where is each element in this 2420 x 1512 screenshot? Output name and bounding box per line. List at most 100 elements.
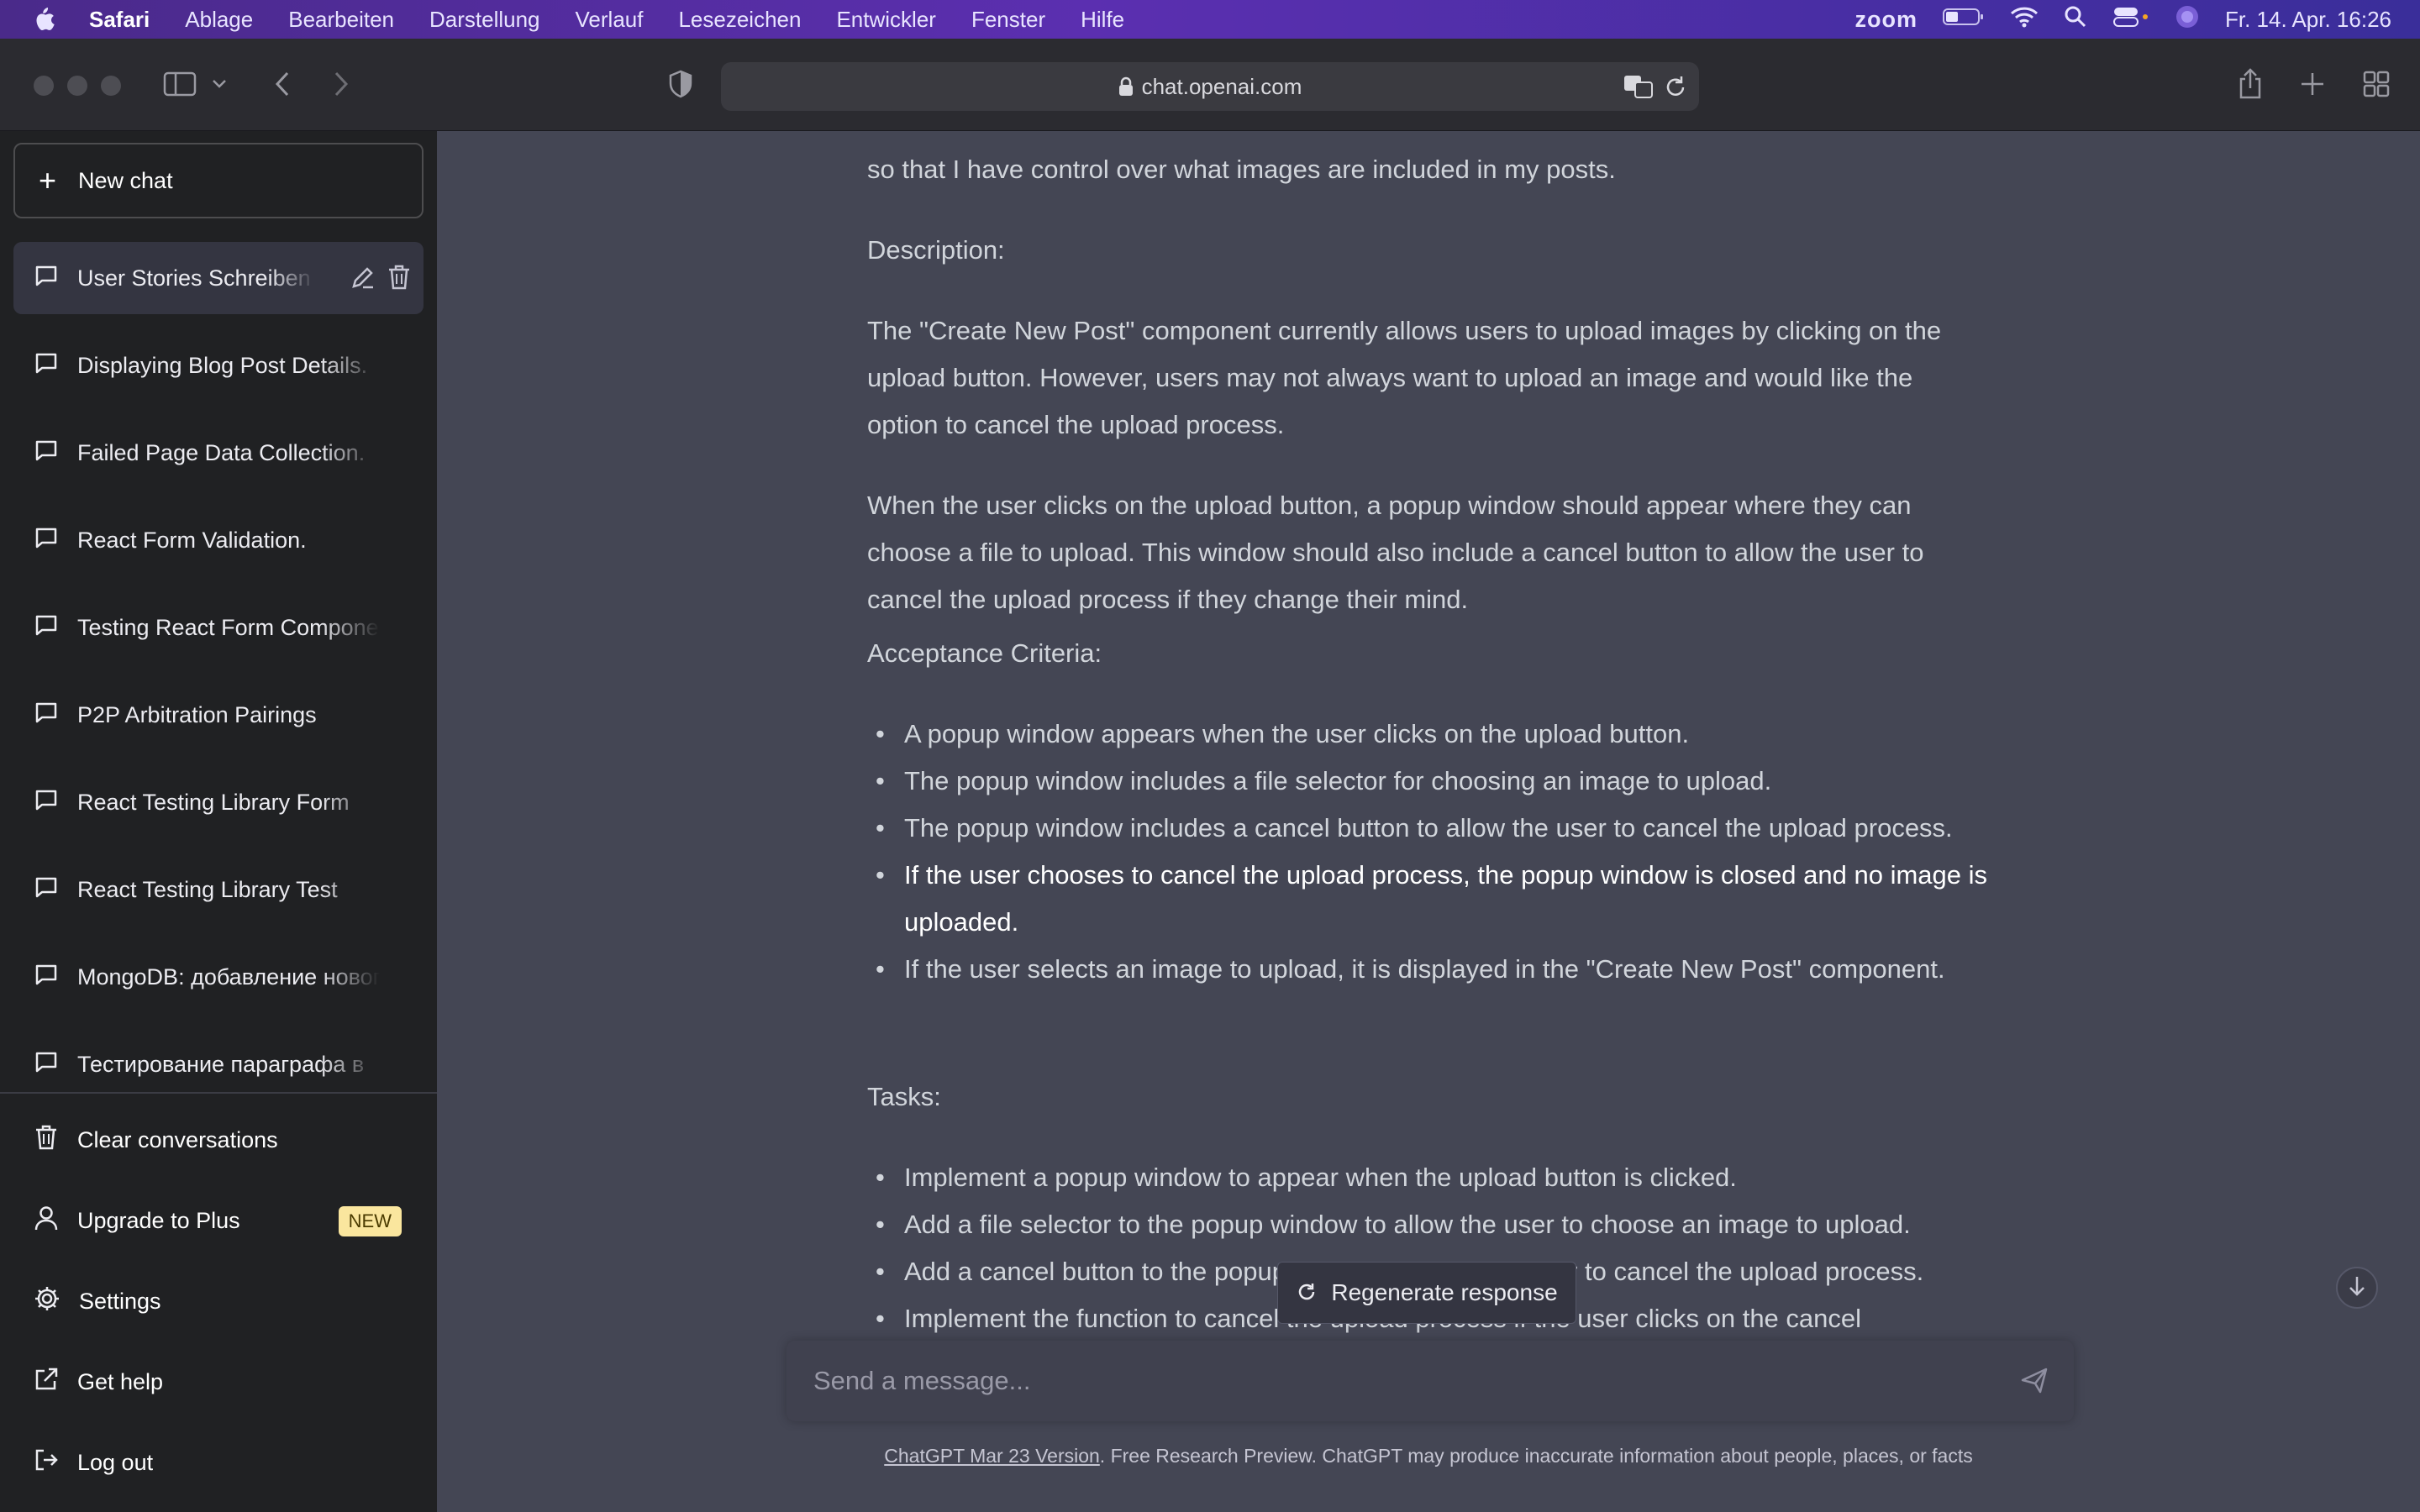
menu-hilfe[interactable]: Hilfe — [1081, 7, 1124, 33]
url-text: chat.openai.com — [1141, 73, 1302, 99]
safari-toolbar: chat.openai.com — [0, 39, 2420, 131]
conversation-title: Displaying Blog Post Details. — [77, 352, 368, 378]
conversation-item[interactable]: Displaying Blog Post Details. — [13, 329, 424, 402]
menu-bar-status-area: zoom Fr. 14. Apr. 16:26 — [1854, 0, 2391, 39]
siri-icon[interactable] — [2175, 4, 2200, 35]
minimize-window-button[interactable] — [67, 76, 87, 96]
upgrade-label: Upgrade to Plus — [77, 1207, 240, 1233]
reload-icon[interactable] — [1664, 74, 1687, 105]
delete-trash-icon[interactable] — [387, 264, 412, 297]
scroll-to-bottom-button[interactable] — [2336, 1267, 2378, 1309]
settings-button[interactable]: Settings — [13, 1265, 424, 1337]
list-item: Add a file selector to the popup window … — [867, 1201, 1993, 1248]
plus-icon: + — [39, 163, 57, 197]
get-help-link[interactable]: Get help — [13, 1346, 424, 1418]
conversation-item-active[interactable]: User Stories Schreiben — [13, 242, 424, 314]
conversation-item[interactable]: Failed Page Data Collection. — [13, 417, 424, 489]
chat-bubble-icon — [34, 612, 59, 643]
message-composer — [786, 1341, 2074, 1421]
message-paragraph: so that I have control over what images … — [867, 155, 1616, 184]
gear-icon — [34, 1285, 60, 1318]
conversation-title: P2P Arbitration Pairings — [77, 701, 317, 727]
menu-ablage[interactable]: Ablage — [185, 7, 253, 33]
window-controls — [34, 76, 121, 96]
regenerate-label: Regenerate response — [1331, 1279, 1558, 1305]
menu-verlauf[interactable]: Verlauf — [576, 7, 644, 33]
list-item: If the user selects an image to upload, … — [867, 946, 1993, 993]
conversation-item[interactable]: MongoDB: добавление нового — [13, 941, 424, 1013]
share-icon[interactable] — [2232, 66, 2269, 102]
clear-conversations-button[interactable]: Clear conversations — [13, 1104, 424, 1176]
chat-sidebar: + New chat User Stories Schreiben Displa… — [0, 131, 437, 1512]
menu-lesezeichen[interactable]: Lesezeichen — [678, 7, 801, 33]
new-chat-button[interactable]: + New chat — [13, 143, 424, 218]
forward-chevron-icon[interactable] — [323, 66, 360, 102]
translate-icon[interactable] — [1623, 74, 1654, 105]
tab-overview-icon[interactable] — [2358, 66, 2395, 102]
conversation-item[interactable]: Testing React Form Components — [13, 591, 424, 664]
address-bar[interactable]: chat.openai.com — [721, 62, 1699, 111]
wifi-icon[interactable] — [2010, 6, 2039, 34]
conversation-title: React Testing Library Form — [77, 789, 350, 815]
chat-bubble-icon — [34, 525, 59, 556]
sidebar-divider — [0, 1092, 437, 1094]
arrow-down-icon — [2348, 1275, 2366, 1301]
sidebar-toggle-icon[interactable] — [161, 66, 198, 102]
trash-icon — [34, 1124, 59, 1157]
conversation-item[interactable]: P2P Arbitration Pairings — [13, 679, 424, 751]
apple-menu-icon[interactable] — [29, 4, 59, 34]
chat-bubble-icon — [34, 962, 59, 993]
conversation-item[interactable]: React Testing Library Test — [13, 853, 424, 926]
conversation-item[interactable]: React Form Validation. — [13, 504, 424, 576]
chat-bubble-icon — [34, 1049, 59, 1080]
message-input[interactable] — [812, 1365, 1971, 1397]
menu-bar-clock[interactable]: Fr. 14. Apr. 16:26 — [2225, 7, 2391, 33]
regenerate-response-button[interactable]: Regenerate response — [1277, 1262, 1576, 1324]
upgrade-to-plus-button[interactable]: Upgrade to Plus NEW — [13, 1184, 424, 1257]
chat-main: so that I have control over what images … — [437, 131, 2420, 1512]
menu-darstellung[interactable]: Darstellung — [429, 7, 540, 33]
control-center-icon[interactable] — [2112, 5, 2149, 34]
log-out-icon — [34, 1447, 59, 1478]
conversation-title: User Stories Schreiben — [77, 265, 311, 291]
chat-bubble-icon — [34, 263, 59, 294]
battery-icon[interactable] — [1942, 7, 1985, 33]
version-link[interactable]: ChatGPT Mar 23 Version — [884, 1445, 1100, 1467]
conversation-title: React Form Validation. — [77, 527, 307, 553]
conversation-item[interactable]: Тестирование параграфа в — [13, 1028, 424, 1100]
list-item: Implement a popup window to appear when … — [867, 1154, 1993, 1201]
message-paragraph: The "Create New Post" component currentl… — [867, 316, 1942, 439]
menu-bearbeiten[interactable]: Bearbeiten — [288, 7, 394, 33]
acceptance-criteria-heading: Acceptance Criteria: — [867, 638, 1102, 668]
menu-safari[interactable]: Safari — [89, 7, 150, 33]
send-icon[interactable] — [2020, 1366, 2049, 1399]
clear-conversations-label: Clear conversations — [77, 1126, 278, 1152]
spotlight-search-icon[interactable] — [2064, 5, 2087, 34]
edit-pencil-icon[interactable] — [350, 264, 376, 297]
description-heading: Description: — [867, 235, 1005, 265]
list-item: If the user chooses to cancel the upload… — [867, 852, 1993, 946]
menu-entwickler[interactable]: Entwickler — [836, 7, 935, 33]
chevron-down-icon[interactable] — [207, 66, 232, 102]
menu-fenster[interactable]: Fenster — [971, 7, 1045, 33]
log-out-button[interactable]: Log out — [13, 1426, 424, 1499]
list-item: The popup window includes a cancel butto… — [867, 805, 1993, 852]
user-icon — [34, 1205, 59, 1237]
disclaimer-text: . Free Research Preview. ChatGPT may pro… — [1099, 1445, 1973, 1467]
privacy-shield-icon[interactable] — [662, 66, 699, 102]
close-window-button[interactable] — [34, 76, 54, 96]
get-help-label: Get help — [77, 1368, 164, 1394]
log-out-label: Log out — [77, 1449, 154, 1475]
chat-bubble-icon — [34, 438, 59, 469]
lock-icon — [1118, 76, 1134, 97]
conversation-actions — [350, 264, 412, 297]
zoom-window-button[interactable] — [101, 76, 121, 96]
acceptance-criteria-list: A popup window appears when the user cli… — [867, 711, 1993, 993]
conversation-item[interactable]: React Testing Library Form — [13, 766, 424, 838]
back-chevron-icon[interactable] — [264, 66, 301, 102]
new-tab-icon[interactable] — [2294, 66, 2331, 102]
zoom-status-icon[interactable]: zoom — [1854, 7, 1918, 33]
chat-bubble-icon — [34, 874, 59, 906]
conversation-title: React Testing Library Test — [77, 876, 338, 902]
chat-bubble-icon — [34, 350, 59, 381]
